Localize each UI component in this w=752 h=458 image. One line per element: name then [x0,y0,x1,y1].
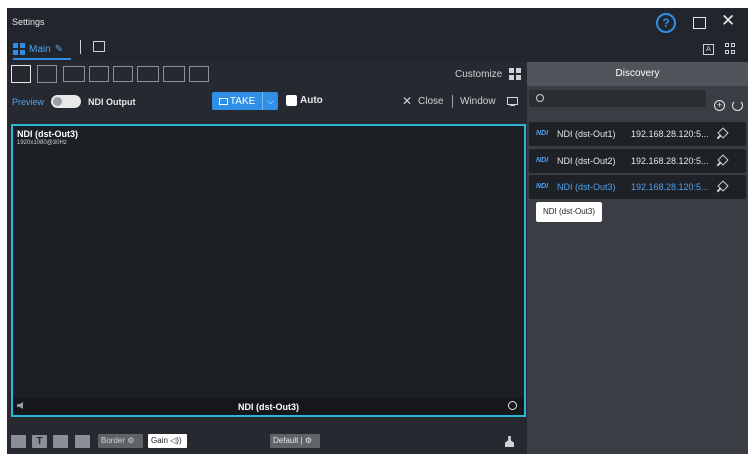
new-tab-icon[interactable] [93,41,105,52]
person-icon[interactable] [505,436,514,447]
auto-checkbox[interactable] [286,95,297,106]
image-icon[interactable] [53,435,68,448]
bottom-bar: T Border ⚙ Gain ◁)) Default | ⚙ [7,430,527,454]
close-label[interactable]: Close [418,96,444,107]
settings-window: Settings ? ✕ Main ✎ A Customize Preview [7,8,748,454]
layout-six-grid[interactable] [163,66,185,82]
screen-icon[interactable]: A [703,44,714,55]
pin-icon[interactable] [717,127,729,139]
source-ip: 192.168.28.120:5... [631,156,709,166]
refresh-icon[interactable] [732,100,743,111]
ndi-logo-icon: NDI [536,157,549,164]
source-row[interactable]: NDI NDI (dst-Out1) 192.168.28.120:5... [529,122,746,146]
text-icon[interactable]: T [32,435,47,448]
source-name: NDI (dst-Out2) [557,156,616,166]
customize-label[interactable]: Customize [455,69,502,80]
auto-label: Auto [300,95,323,106]
control-separator [452,95,453,108]
ndi-logo-icon: NDI [536,183,549,190]
source-row-active[interactable]: NDI NDI (dst-Out3) 192.168.28.120:5... [529,175,746,199]
preview-footer: NDI (dst-Out3) [13,398,524,415]
take-dropdown-icon[interactable]: ⌵ [262,92,278,110]
audio-meter-icon[interactable] [75,435,90,448]
preview-source-name: NDI (dst-Out3) [17,129,78,139]
pin-icon[interactable] [717,154,729,166]
cast-icon [218,97,228,105]
discovery-panel: Discovery + NDI NDI (dst-Out1) 192.168.2… [527,62,748,454]
tab-bar: Main ✎ A [7,36,748,62]
source-ip: 192.168.28.120:5... [631,129,709,139]
tab-underline [13,58,71,60]
preview-output-toggle[interactable] [51,95,81,108]
window-label[interactable]: Window [460,96,496,107]
preview-footer-name: NDI (dst-Out3) [238,402,299,412]
settings-gear-icon[interactable] [508,401,517,410]
customize-icon[interactable] [509,68,521,80]
take-button[interactable]: TAKE ⌵ [212,92,278,110]
layout-bar: Customize [7,62,527,87]
default-button[interactable]: Default | ⚙ [270,434,320,448]
tab-main[interactable]: Main ✎ [13,40,71,60]
close-icon[interactable]: ✕ [402,94,412,108]
monitor-icon[interactable] [507,97,518,106]
layout-nine-grid[interactable] [189,66,209,82]
layout-single[interactable] [11,65,31,83]
source-row[interactable]: NDI NDI (dst-Out2) 192.168.28.120:5... [529,149,746,173]
border-label: Border [101,436,126,445]
maximize-icon[interactable] [693,17,706,29]
window-title: Settings [12,17,45,27]
layout-quad[interactable] [89,66,109,82]
gain-button[interactable]: Gain ◁)) [148,434,187,448]
title-bar: Settings ? ✕ [7,8,748,36]
layout-grid-icon[interactable] [11,435,26,448]
qr-grid-icon[interactable] [725,43,736,54]
search-icon [536,94,544,102]
pin-icon[interactable] [717,180,729,192]
default-label: Default [273,436,299,445]
close-window-icon[interactable]: ✕ [721,11,735,31]
help-icon[interactable]: ? [656,13,676,33]
preview-label: Preview [12,97,45,107]
preview-panel[interactable]: NDI (dst-Out3) 1920x1080@30Hz NDI (dst-O… [11,124,526,417]
layout-one-plus-three[interactable] [113,66,133,82]
take-label: TAKE [229,95,256,107]
control-bar: Preview NDI Output TAKE ⌵ Auto ✕ Close W… [7,89,527,115]
edit-icon[interactable]: ✎ [55,44,63,55]
tab-separator [80,40,81,54]
search-input[interactable] [549,90,703,109]
source-name: NDI (dst-Out1) [557,129,616,139]
grid-icon [13,43,25,55]
layout-one-plus-five[interactable] [137,66,159,82]
border-button[interactable]: Border ⚙ [98,434,143,448]
source-ip: 192.168.28.120:5... [631,182,709,192]
layout-pip[interactable] [37,65,57,83]
tab-main-label: Main [29,43,51,55]
take-main[interactable]: TAKE [212,92,262,110]
discovery-title: Discovery [527,62,748,86]
search-box[interactable] [529,90,706,109]
gain-label: Gain [151,436,168,445]
preview-resolution: 1920x1080@30Hz [17,140,67,146]
layout-side-by-side[interactable] [63,66,85,82]
source-tooltip: NDI (dst-Out3) [536,202,602,222]
ndi-logo-icon: NDI [536,130,549,137]
add-source-icon[interactable]: + [714,100,725,111]
source-name: NDI (dst-Out3) [557,182,616,192]
ndi-output-label: NDI Output [88,97,136,107]
